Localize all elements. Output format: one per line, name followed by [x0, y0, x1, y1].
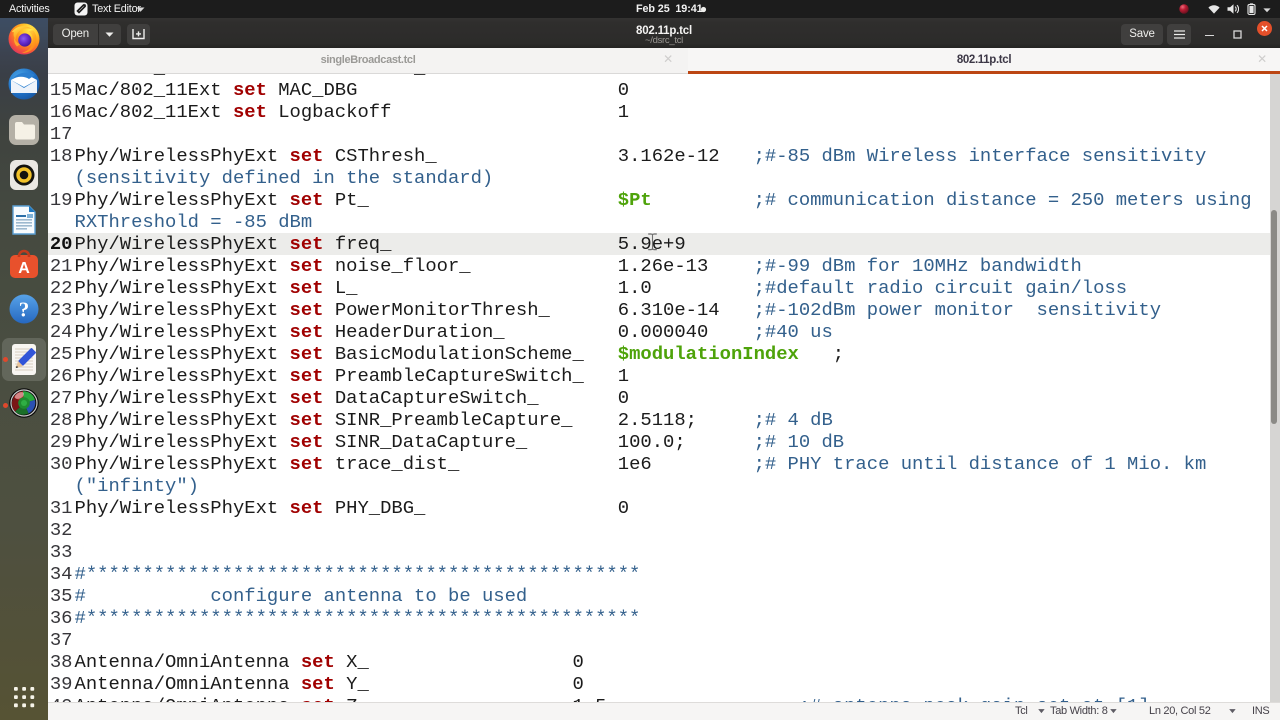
svg-text:?: ?: [19, 298, 30, 322]
svg-text:A: A: [18, 260, 30, 277]
